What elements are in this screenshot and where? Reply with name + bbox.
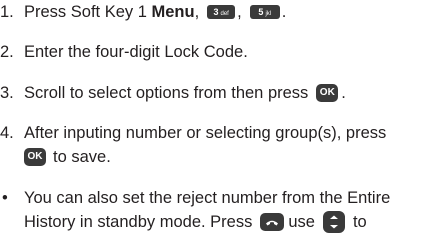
separator: ,: [194, 3, 200, 21]
step-number: 2.: [0, 43, 14, 61]
step-end: .: [281, 3, 287, 21]
bullet-text: You can also set the reject number from …: [24, 189, 391, 207]
ok-key-icon: OK: [24, 148, 46, 166]
step-3: 3. Scroll to select options from then pr…: [0, 83, 346, 103]
bullet-text: to: [352, 213, 367, 231]
phone-send-icon: [260, 213, 285, 231]
step-end: .: [341, 84, 346, 102]
key-3-icon: 3 def: [207, 5, 236, 19]
bullet-text: History in standby mode. Press: [24, 213, 253, 231]
ok-key-icon: OK: [316, 84, 339, 102]
bullet-text: use: [288, 213, 315, 231]
step-number: 1.: [0, 3, 14, 21]
step-4: 4. After inputing number or selecting gr…: [0, 123, 386, 143]
step-4-continued: OK to save.: [24, 147, 111, 167]
step-1: 1. Press Soft Key 1 Menu , 3 def , 5 jkl .: [0, 2, 286, 22]
menu-label: Menu: [151, 3, 195, 21]
key-5-icon: 5 jkl: [249, 5, 280, 19]
bullet-note: • You can also set the reject number fro…: [0, 188, 390, 208]
instruction-document: 1. Press Soft Key 1 Menu , 3 def , 5 jkl .…: [0, 0, 438, 248]
step-text: Enter the four-digit Lock Code.: [24, 43, 248, 61]
navigation-key-icon: [322, 211, 345, 233]
step-text: Scroll to select options from then press: [24, 84, 309, 102]
step-text: to save.: [53, 148, 111, 166]
bullet-mark: •: [2, 189, 8, 207]
step-2: 2. Enter the four-digit Lock Code.: [0, 42, 248, 62]
step-text: After inputing number or selecting group…: [24, 124, 387, 142]
separator: ,: [237, 3, 242, 21]
step-number: 4.: [0, 124, 14, 142]
step-number: 3.: [0, 84, 14, 102]
step-text: Press Soft Key 1: [24, 3, 152, 21]
bullet-note-continued: History in standby mode. Press use to: [24, 211, 367, 233]
